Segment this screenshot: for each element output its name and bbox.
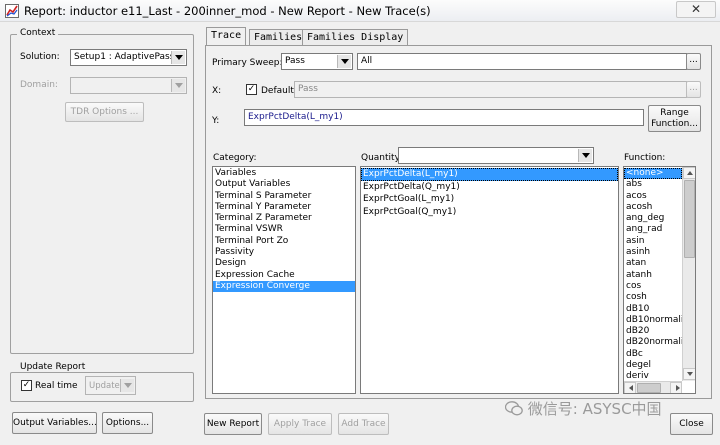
quantity-list[interactable]: ExprPctDelta(L_my1) ExprPctDelta(Q_my1) … [360, 166, 619, 394]
options-button[interactable]: Options... [102, 412, 153, 434]
scroll-down-icon[interactable] [683, 368, 695, 380]
list-item[interactable]: Output Variables [213, 179, 355, 190]
list-item[interactable]: abs [624, 179, 682, 190]
list-item[interactable]: ExprPctDelta(Q_my1) [361, 181, 618, 194]
window-title: Report: inductor e11_Last - 200inner_mod… [24, 4, 431, 18]
y-expression-field[interactable]: ExprPctDelta(L_my1) [244, 109, 644, 126]
x-label: X: [212, 86, 222, 96]
list-item[interactable]: ang_deg [624, 213, 682, 224]
x-ellipsis-button[interactable]: ... [686, 81, 701, 98]
tab-families-display[interactable]: Families Display [302, 29, 409, 45]
list-item[interactable]: Variables [213, 168, 355, 179]
list-item[interactable]: cosh [624, 292, 682, 303]
window-close-button[interactable]: ✕ [676, 1, 716, 18]
list-item[interactable]: Terminal Port Zo [213, 236, 355, 247]
function-list[interactable]: <none> abs acos acosh ang_deg ang_rad as… [623, 166, 696, 394]
x-default-label: Default [261, 86, 294, 96]
list-item[interactable]: Expression Cache [213, 270, 355, 281]
update-label: Update [89, 381, 120, 391]
context-group-label: Context [17, 28, 59, 38]
list-item[interactable]: dB20normaliz [624, 337, 682, 348]
solution-select[interactable]: Setup1 : AdaptivePass [70, 49, 187, 66]
primary-sweep-label: Primary Sweep: [212, 58, 283, 68]
quantity-filter-select[interactable] [398, 147, 594, 164]
list-item[interactable]: Terminal S Parameter [213, 191, 355, 202]
list-item[interactable]: dB10normaliz [624, 315, 682, 326]
close-button[interactable]: Close [670, 413, 713, 435]
list-item[interactable]: <none> [624, 168, 682, 180]
list-item[interactable]: acos [624, 191, 682, 202]
real-time-checkbox[interactable]: ✓ [21, 380, 32, 391]
scrollbar-thumb[interactable] [637, 383, 661, 393]
list-item[interactable]: atan [624, 258, 682, 269]
list-item[interactable]: Terminal Y Parameter [213, 202, 355, 213]
domain-select[interactable] [70, 77, 187, 94]
list-item[interactable]: ang_rad [624, 224, 682, 235]
x-default-checkbox[interactable]: ✓ [246, 84, 257, 95]
y-label: Y: [212, 116, 220, 126]
update-select[interactable]: Update [85, 376, 136, 395]
scroll-right-icon[interactable] [670, 382, 682, 393]
list-item[interactable]: dB10 [624, 304, 682, 315]
chevron-down-icon[interactable] [171, 51, 185, 64]
category-label: Category: [213, 153, 257, 163]
quantity-label: Quantity: [361, 153, 403, 163]
list-item[interactable]: atanh [624, 270, 682, 281]
list-item[interactable]: ExprPctDelta(L_my1) [361, 168, 618, 181]
list-item[interactable]: Terminal Z Parameter [213, 213, 355, 224]
x-expression-field[interactable]: Pass [294, 81, 687, 98]
list-item[interactable]: asinh [624, 247, 682, 258]
list-item[interactable]: ExprPctGoal(Q_my1) [361, 206, 618, 219]
scroll-left-icon[interactable] [624, 382, 636, 393]
function-list-horizontal-scrollbar[interactable] [624, 381, 682, 393]
list-item[interactable]: dBc [624, 349, 682, 360]
title-bar: Report: inductor e11_Last - 200inner_mod… [0, 0, 720, 22]
list-item[interactable]: Passivity [213, 247, 355, 258]
app-report-icon [5, 4, 19, 18]
function-label: Function: [624, 153, 666, 163]
category-list[interactable]: Variables Output Variables Terminal S Pa… [212, 166, 356, 394]
chevron-down-icon[interactable] [171, 79, 185, 92]
output-variables-button[interactable]: Output Variables... [12, 412, 97, 434]
primary-sweep-ellipsis-button[interactable]: ... [686, 53, 701, 70]
range-function-button[interactable]: Range Function... [648, 105, 701, 132]
primary-sweep-select[interactable]: Pass [281, 53, 353, 70]
list-item[interactable]: degel [624, 360, 682, 371]
add-trace-button[interactable]: Add Trace [338, 413, 389, 435]
list-item[interactable]: Terminal VSWR [213, 224, 355, 235]
tdr-options-button[interactable]: TDR Options ... [65, 102, 144, 122]
list-item[interactable]: Design [213, 258, 355, 269]
real-time-label: Real time [35, 381, 78, 391]
list-item[interactable]: asin [624, 236, 682, 247]
chevron-down-icon[interactable] [578, 149, 592, 162]
list-item[interactable]: deriv [624, 371, 682, 380]
primary-sweep-range-field[interactable]: All [357, 53, 687, 70]
tab-trace[interactable]: Trace [206, 27, 247, 46]
scrollbar-thumb[interactable] [684, 180, 695, 258]
apply-trace-button[interactable]: Apply Trace [268, 413, 332, 435]
list-item[interactable]: cos [624, 281, 682, 292]
solution-label: Solution: [20, 52, 60, 62]
list-item[interactable]: dB20 [624, 326, 682, 337]
update-report-group-label: Update Report [17, 362, 89, 372]
domain-label: Domain: [20, 80, 58, 90]
chevron-down-icon[interactable] [120, 379, 134, 392]
list-item[interactable]: Expression Converge [213, 280, 355, 293]
list-item[interactable]: acosh [624, 202, 682, 213]
close-icon: ✕ [690, 2, 702, 16]
tab-families[interactable]: Families [249, 29, 308, 45]
function-list-vertical-scrollbar[interactable] [682, 167, 695, 381]
scroll-up-icon[interactable] [683, 167, 695, 179]
list-item[interactable]: ExprPctGoal(L_my1) [361, 193, 618, 206]
solution-value: Setup1 : AdaptivePass [74, 52, 175, 62]
watermark: 微信号: ASYSC中国 [504, 398, 662, 419]
chevron-down-icon[interactable] [337, 55, 351, 68]
new-report-button[interactable]: New Report [204, 413, 262, 435]
wechat-icon [504, 401, 523, 416]
primary-sweep-value: Pass [285, 56, 305, 66]
